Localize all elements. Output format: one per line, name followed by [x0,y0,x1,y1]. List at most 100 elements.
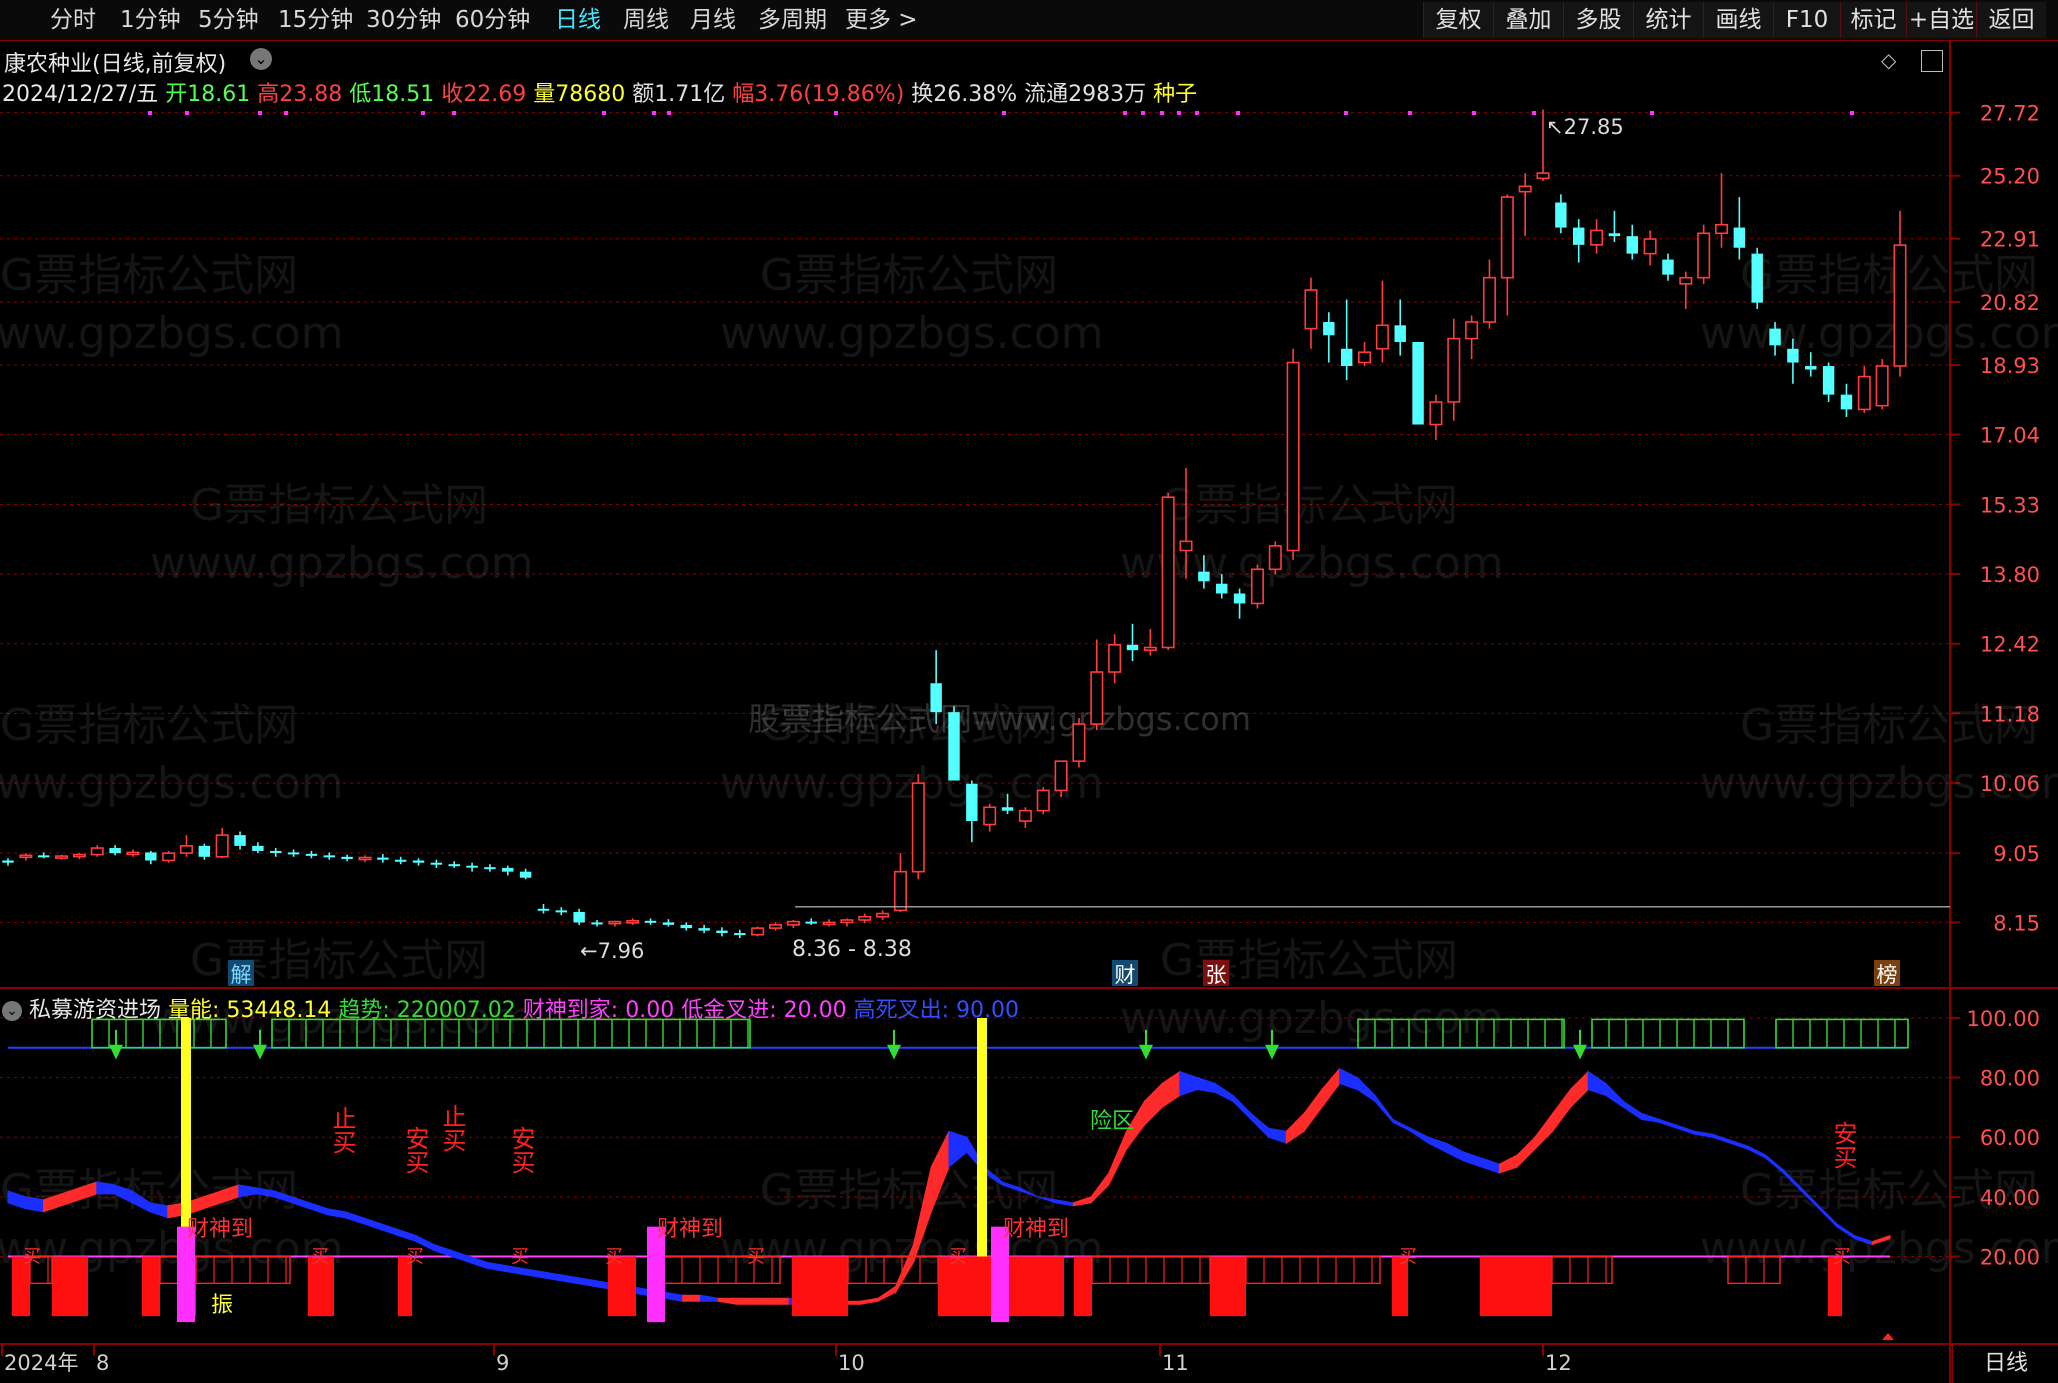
price-tick-label: 13.80 [1980,563,2040,587]
seed-dot [1850,111,1854,115]
candle-body [448,864,460,867]
trend-ribbon-segment [1445,1142,1465,1162]
candle-body [2,860,14,863]
indicator-name[interactable]: 私募游资进场 [29,998,161,1023]
time-tick-label: 12 [1545,1351,1572,1375]
price-tick-label: 8.15 [1993,911,2040,935]
signal-vertical: 安买 [1829,1121,1857,1169]
candle-body [537,908,550,911]
trend-ribbon-segment [1072,1196,1092,1207]
range-value: 幅3.76(19.86%) [732,82,905,107]
candle-body [1216,583,1228,594]
ind-tick-label: 80.00 [1980,1067,2040,1091]
candle-body [858,915,872,921]
ind-tick-label: 100.00 [1967,1007,2040,1031]
candle-body [1822,366,1835,395]
trend-ribbon-segment [948,1130,968,1169]
candle-body [126,851,140,856]
trend-ribbon-segment [1232,1094,1252,1121]
candle-body [608,920,622,925]
candle-body [1555,202,1567,228]
trend-arrow-head [109,1044,123,1060]
volume-bar [1210,1256,1246,1317]
seed-dot [1002,111,1006,115]
seed-dot [1472,111,1476,115]
trend-ribbon-segment [1161,1070,1181,1109]
ind-tick-label: 40.00 [1980,1186,2040,1210]
candle-body [1608,233,1621,237]
candle-body [502,867,514,872]
candle-body [1179,540,1193,552]
signal-buy: 买 [605,1247,623,1268]
signal-vertical: 止买 [328,1106,356,1154]
time-tick-label: 11 [1162,1351,1189,1375]
candle-body [555,910,568,913]
trend-ribbon-segment [1640,1112,1660,1123]
candle-body [591,922,603,925]
candle-body [573,911,585,923]
candle-body [983,806,997,826]
trend-ribbon-segment [1268,1127,1287,1144]
candle-body [394,859,407,862]
time-tick-label: 8 [96,1351,109,1375]
seed-tag[interactable]: 种子 [1153,82,1197,107]
trend-arrow-head [253,1044,267,1060]
high-dead-value: 高死叉出: 90.00 [853,998,1019,1023]
seed-dot [1236,111,1240,115]
indicator-dropdown-icon[interactable]: ⌄ [2,1001,22,1021]
candle-body [680,924,692,929]
trend-ribbon-segment [1143,1082,1163,1127]
trend-ribbon-segment [1605,1082,1625,1109]
indicator-header: ⌄ 私募游资进场 量能: 53448.14 趋势: 220007.02 财神到家… [2,992,1019,1024]
time-tick-label: 10 [838,1351,865,1375]
seed-dot [1160,111,1164,115]
high-label: 高 [257,82,280,107]
low-marker: ←7.96 [580,939,644,963]
watermark-text: G票指标公式网 [0,700,298,751]
candle-body [768,924,783,929]
trend-ribbon-segment [1321,1067,1341,1109]
trend-ribbon-segment [1214,1082,1234,1103]
candle-body [1323,322,1335,336]
candle-body [287,852,300,855]
period-label: 日线 [1952,1345,2058,1383]
candle-body [466,865,478,868]
candle-body [358,856,372,861]
candle-body [734,933,746,936]
seed-dot [834,111,838,115]
seed-dot [148,111,152,115]
trend-ribbon-segment [735,1297,755,1305]
candle-body [1857,375,1871,411]
volume-hollow [1551,1255,1613,1285]
candle-body [1161,496,1175,649]
diamond-icon[interactable]: ◇ [1881,48,1896,72]
last-marker [1882,1333,1894,1340]
signal-buy: 买 [311,1247,329,1268]
vol-value: 78680 [555,82,626,107]
candle-body [1733,227,1746,248]
event-tag-label: 张 [1206,963,1227,987]
panel-toggle-icon[interactable] [1921,50,1943,72]
candle-body [644,920,657,923]
candle-body [930,683,942,713]
signal-vertical: 安买 [507,1126,535,1174]
price-tick-label: 17.04 [1980,424,2040,448]
price-tick-label: 9.05 [1993,842,2040,866]
signal-buy: 买 [511,1247,529,1268]
trend-ribbon-segment [1623,1100,1642,1121]
watermark-text: www.gpzbgs.com [1120,993,1504,1044]
seed-dot [667,111,671,115]
trend-ribbon-segment [1498,1154,1518,1174]
seed-dot [284,111,288,115]
watermark-text: G票指标公式网 [190,480,488,531]
trend-ribbon-segment [1356,1076,1376,1103]
watermark-text: G票指标公式网 [1160,480,1458,531]
dropdown-icon[interactable]: ⌄ [250,48,272,70]
candle-body [1643,238,1657,255]
trend-ribbon-segment [1179,1070,1199,1097]
trend-arrow-head [887,1044,901,1060]
price-tick-label: 25.20 [1980,165,2040,189]
candle-body [1697,232,1711,279]
candle-body [179,845,194,854]
candle-body [840,919,854,924]
